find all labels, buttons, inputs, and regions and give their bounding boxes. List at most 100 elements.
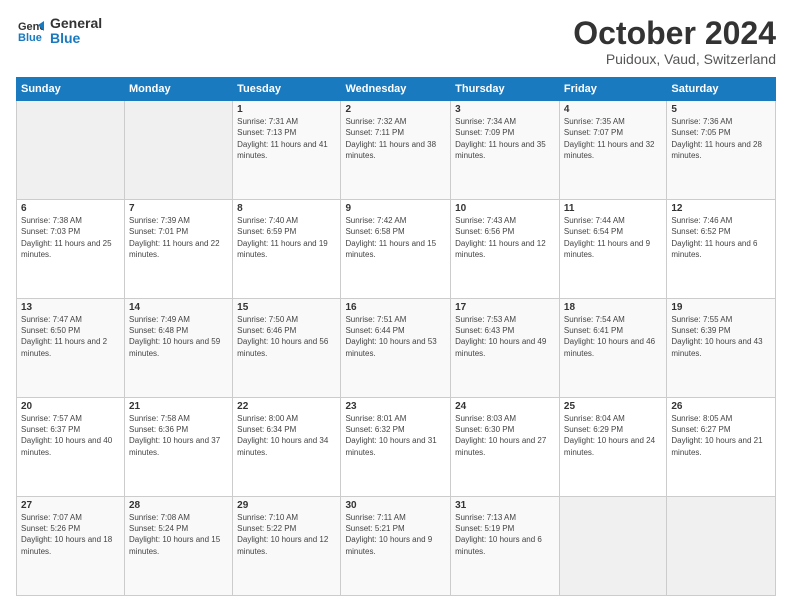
weekday-header-friday: Friday [559,78,666,101]
day-info: Sunrise: 7:08 AM Sunset: 5:24 PM Dayligh… [129,512,228,557]
logo-line1: General [50,16,102,31]
day-number: 10 [455,203,555,214]
calendar-cell: 31Sunrise: 7:13 AM Sunset: 5:19 PM Dayli… [451,497,560,596]
calendar-cell: 26Sunrise: 8:05 AM Sunset: 6:27 PM Dayli… [667,398,776,497]
day-info: Sunrise: 7:50 AM Sunset: 6:46 PM Dayligh… [237,314,336,359]
day-info: Sunrise: 7:53 AM Sunset: 6:43 PM Dayligh… [455,314,555,359]
calendar-cell: 20Sunrise: 7:57 AM Sunset: 6:37 PM Dayli… [17,398,125,497]
calendar-cell: 14Sunrise: 7:49 AM Sunset: 6:48 PM Dayli… [125,299,233,398]
day-info: Sunrise: 8:04 AM Sunset: 6:29 PM Dayligh… [564,413,662,458]
day-info: Sunrise: 7:57 AM Sunset: 6:37 PM Dayligh… [21,413,120,458]
day-number: 3 [455,104,555,115]
day-number: 25 [564,401,662,412]
calendar-week-row: 27Sunrise: 7:07 AM Sunset: 5:26 PM Dayli… [17,497,776,596]
logo-line2: Blue [50,31,102,46]
svg-text:Blue: Blue [18,32,42,44]
day-number: 22 [237,401,336,412]
weekday-header-sunday: Sunday [17,78,125,101]
calendar-table: SundayMondayTuesdayWednesdayThursdayFrid… [16,77,776,596]
calendar-cell: 1Sunrise: 7:31 AM Sunset: 7:13 PM Daylig… [233,101,341,200]
calendar-cell: 9Sunrise: 7:42 AM Sunset: 6:58 PM Daylig… [341,200,451,299]
day-info: Sunrise: 7:34 AM Sunset: 7:09 PM Dayligh… [455,116,555,161]
day-info: Sunrise: 7:10 AM Sunset: 5:22 PM Dayligh… [237,512,336,557]
day-info: Sunrise: 7:07 AM Sunset: 5:26 PM Dayligh… [21,512,120,557]
calendar-cell: 13Sunrise: 7:47 AM Sunset: 6:50 PM Dayli… [17,299,125,398]
day-info: Sunrise: 7:39 AM Sunset: 7:01 PM Dayligh… [129,215,228,260]
day-info: Sunrise: 7:11 AM Sunset: 5:21 PM Dayligh… [345,512,446,557]
calendar-cell: 23Sunrise: 8:01 AM Sunset: 6:32 PM Dayli… [341,398,451,497]
day-info: Sunrise: 7:13 AM Sunset: 5:19 PM Dayligh… [455,512,555,557]
logo: General Blue General Blue [16,16,102,47]
weekday-header-row: SundayMondayTuesdayWednesdayThursdayFrid… [17,78,776,101]
day-info: Sunrise: 7:46 AM Sunset: 6:52 PM Dayligh… [671,215,771,260]
day-number: 15 [237,302,336,313]
day-number: 23 [345,401,446,412]
calendar-cell: 5Sunrise: 7:36 AM Sunset: 7:05 PM Daylig… [667,101,776,200]
day-number: 4 [564,104,662,115]
weekday-header-saturday: Saturday [667,78,776,101]
calendar-cell: 11Sunrise: 7:44 AM Sunset: 6:54 PM Dayli… [559,200,666,299]
day-number: 5 [671,104,771,115]
day-number: 8 [237,203,336,214]
day-number: 27 [21,500,120,511]
calendar-cell [667,497,776,596]
day-number: 17 [455,302,555,313]
day-info: Sunrise: 7:31 AM Sunset: 7:13 PM Dayligh… [237,116,336,161]
weekday-header-monday: Monday [125,78,233,101]
day-info: Sunrise: 7:55 AM Sunset: 6:39 PM Dayligh… [671,314,771,359]
calendar-cell: 15Sunrise: 7:50 AM Sunset: 6:46 PM Dayli… [233,299,341,398]
weekday-header-tuesday: Tuesday [233,78,341,101]
calendar-cell: 10Sunrise: 7:43 AM Sunset: 6:56 PM Dayli… [451,200,560,299]
day-number: 24 [455,401,555,412]
day-info: Sunrise: 7:54 AM Sunset: 6:41 PM Dayligh… [564,314,662,359]
weekday-header-thursday: Thursday [451,78,560,101]
day-number: 11 [564,203,662,214]
calendar-cell [17,101,125,200]
day-number: 6 [21,203,120,214]
calendar-cell: 8Sunrise: 7:40 AM Sunset: 6:59 PM Daylig… [233,200,341,299]
day-number: 1 [237,104,336,115]
day-info: Sunrise: 7:35 AM Sunset: 7:07 PM Dayligh… [564,116,662,161]
header: General Blue General Blue October 2024 P… [16,16,776,67]
calendar-cell: 17Sunrise: 7:53 AM Sunset: 6:43 PM Dayli… [451,299,560,398]
day-info: Sunrise: 7:40 AM Sunset: 6:59 PM Dayligh… [237,215,336,260]
day-info: Sunrise: 8:03 AM Sunset: 6:30 PM Dayligh… [455,413,555,458]
day-number: 13 [21,302,120,313]
calendar-cell: 19Sunrise: 7:55 AM Sunset: 6:39 PM Dayli… [667,299,776,398]
calendar-cell: 2Sunrise: 7:32 AM Sunset: 7:11 PM Daylig… [341,101,451,200]
day-info: Sunrise: 7:32 AM Sunset: 7:11 PM Dayligh… [345,116,446,161]
calendar-cell: 7Sunrise: 7:39 AM Sunset: 7:01 PM Daylig… [125,200,233,299]
day-number: 7 [129,203,228,214]
calendar-cell: 27Sunrise: 7:07 AM Sunset: 5:26 PM Dayli… [17,497,125,596]
calendar-cell: 29Sunrise: 7:10 AM Sunset: 5:22 PM Dayli… [233,497,341,596]
calendar-cell: 30Sunrise: 7:11 AM Sunset: 5:21 PM Dayli… [341,497,451,596]
calendar-cell: 4Sunrise: 7:35 AM Sunset: 7:07 PM Daylig… [559,101,666,200]
day-info: Sunrise: 7:43 AM Sunset: 6:56 PM Dayligh… [455,215,555,260]
calendar-cell: 24Sunrise: 8:03 AM Sunset: 6:30 PM Dayli… [451,398,560,497]
calendar-week-row: 20Sunrise: 7:57 AM Sunset: 6:37 PM Dayli… [17,398,776,497]
day-info: Sunrise: 7:42 AM Sunset: 6:58 PM Dayligh… [345,215,446,260]
day-info: Sunrise: 8:05 AM Sunset: 6:27 PM Dayligh… [671,413,771,458]
day-info: Sunrise: 7:38 AM Sunset: 7:03 PM Dayligh… [21,215,120,260]
calendar-cell: 16Sunrise: 7:51 AM Sunset: 6:44 PM Dayli… [341,299,451,398]
calendar-cell: 25Sunrise: 8:04 AM Sunset: 6:29 PM Dayli… [559,398,666,497]
day-number: 29 [237,500,336,511]
day-number: 16 [345,302,446,313]
calendar-week-row: 13Sunrise: 7:47 AM Sunset: 6:50 PM Dayli… [17,299,776,398]
logo-icon: General Blue [16,17,44,45]
month-title: October 2024 [573,16,776,51]
day-number: 30 [345,500,446,511]
day-info: Sunrise: 8:00 AM Sunset: 6:34 PM Dayligh… [237,413,336,458]
day-info: Sunrise: 8:01 AM Sunset: 6:32 PM Dayligh… [345,413,446,458]
day-number: 9 [345,203,446,214]
day-number: 2 [345,104,446,115]
day-number: 20 [21,401,120,412]
day-number: 12 [671,203,771,214]
day-number: 28 [129,500,228,511]
calendar-week-row: 1Sunrise: 7:31 AM Sunset: 7:13 PM Daylig… [17,101,776,200]
calendar-cell: 12Sunrise: 7:46 AM Sunset: 6:52 PM Dayli… [667,200,776,299]
location-subtitle: Puidoux, Vaud, Switzerland [573,51,776,67]
calendar-cell: 6Sunrise: 7:38 AM Sunset: 7:03 PM Daylig… [17,200,125,299]
weekday-header-wednesday: Wednesday [341,78,451,101]
calendar-cell [125,101,233,200]
